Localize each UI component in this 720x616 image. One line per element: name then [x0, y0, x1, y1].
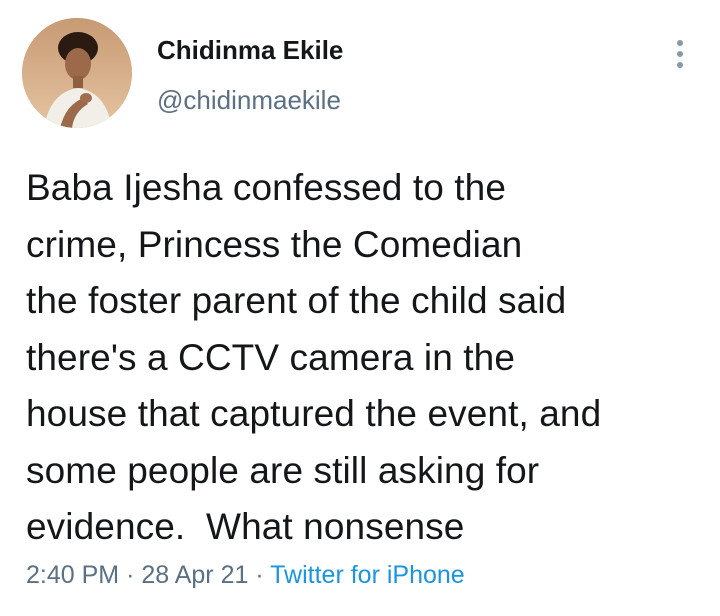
separator: ·: [126, 561, 135, 589]
tweet-text: Baba Ijesha confessed to the crime, Prin…: [26, 167, 602, 547]
display-name[interactable]: Chidinma Ekile: [157, 34, 343, 66]
more-vertical-icon: [677, 62, 683, 68]
more-vertical-icon: [677, 40, 683, 46]
more-options-button[interactable]: [664, 34, 696, 74]
avatar[interactable]: [22, 18, 132, 128]
tweet-date[interactable]: 28 Apr 21: [141, 561, 248, 589]
tweet-card: Chidinma Ekile @chidinmaekile Baba Ijesh…: [0, 0, 720, 616]
user-handle[interactable]: @chidinmaekile: [157, 84, 341, 116]
tweet-time[interactable]: 2:40 PM: [26, 561, 119, 589]
more-vertical-icon: [677, 51, 683, 57]
separator: ·: [255, 561, 264, 589]
profile-photo-icon: [22, 18, 132, 128]
tweet-meta: 2:40 PM · 28 Apr 21 · Twitter for iPhone: [26, 558, 465, 592]
tweet-source-link[interactable]: Twitter for iPhone: [270, 561, 465, 589]
